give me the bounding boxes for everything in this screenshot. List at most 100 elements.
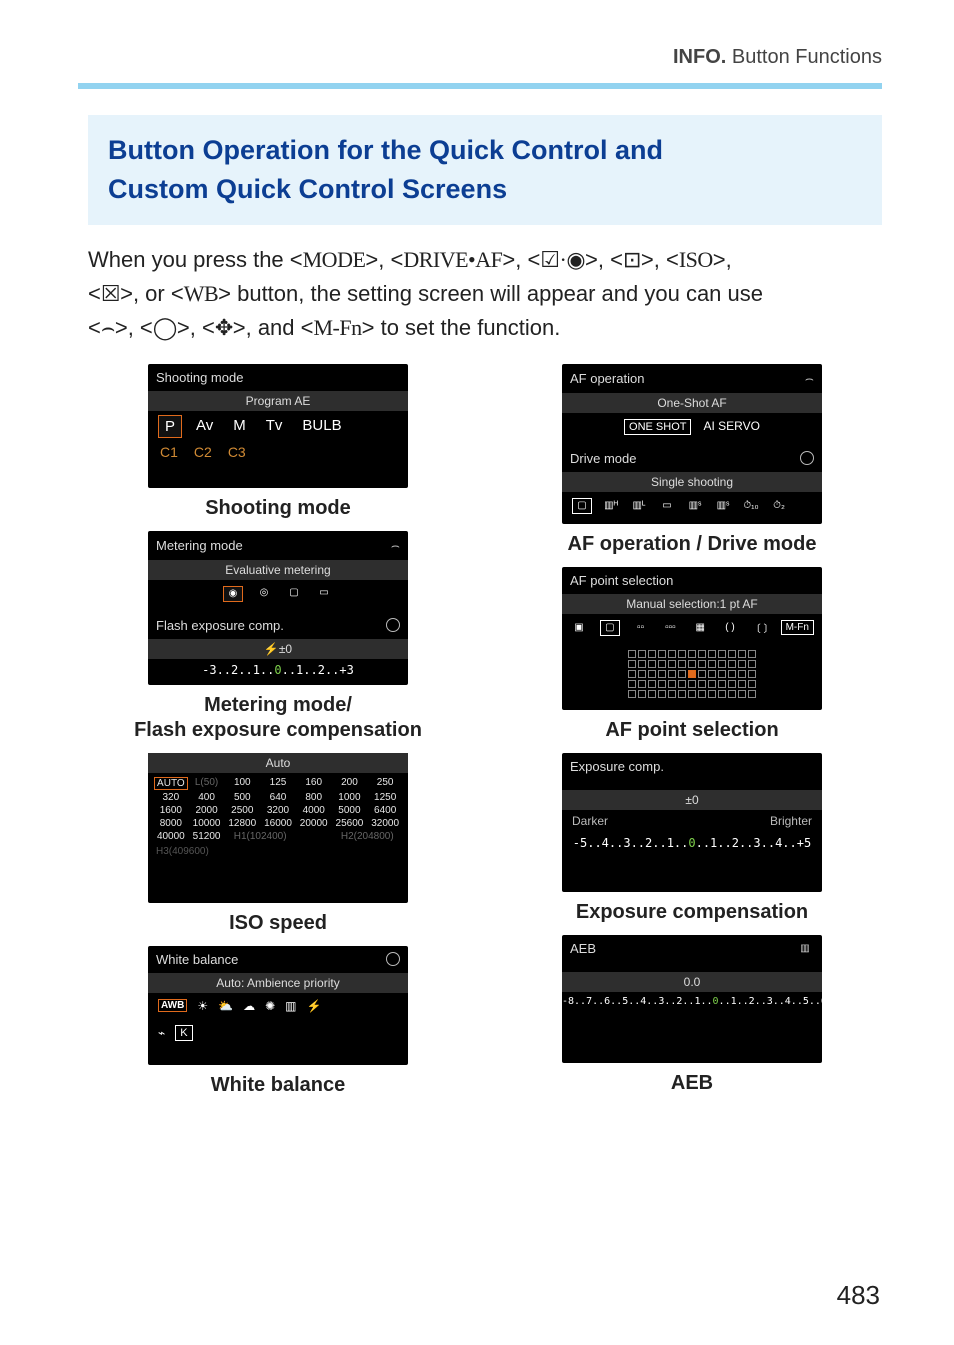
metering-title: Metering mode [156,538,243,553]
wb-flash-icon[interactable]: ⚡ [306,999,321,1013]
mode-c3[interactable]: C3 [228,444,246,460]
wb-shade-icon[interactable]: ⛅ [218,999,233,1013]
wb-custom-icon[interactable]: ⌁ [158,1026,165,1040]
quick-dial-icon [386,952,400,966]
af-area-icon: ⊡ [623,247,641,272]
expcomp-brighter: Brighter [770,814,812,828]
afarea-zone-icon[interactable]: ▦ [691,621,709,635]
shooting-caption: Shooting mode [205,496,351,521]
drive-af-button-label: DRIVE•AF [403,247,502,272]
intro-paragraph: When you press the <MODE>, <DRIVE•AF>, <… [88,243,882,345]
wb-title: White balance [156,952,238,967]
mode-c1[interactable]: C1 [160,444,178,460]
drive-silent-lo-icon[interactable]: ▥ˢ [714,499,732,513]
afarea-single-icon[interactable]: ▢ [600,620,620,636]
wb-fluor-icon[interactable]: ▥ [285,999,296,1013]
aeb-panel: AEB ▥ 0.0 -8..7..6..5..4..3..2..1..0..1..… [562,935,822,1063]
evaluative-icon[interactable]: ◉ [223,586,243,602]
drive-lo-icon[interactable]: ▥ᴸ [630,499,648,513]
main-dial-icon: ⌢ [805,370,814,387]
metering-sub: Evaluative metering [148,560,408,580]
wb-button-label: WB [184,281,218,306]
drive-sub: Single shooting [562,472,822,492]
metering-caption: Metering mode/Flash exposure compensatio… [134,693,422,743]
afpoint-sub: Manual selection:1 pt AF [562,594,822,614]
mode-button-label: MODE [303,247,366,272]
afpoint-title: AF point selection [570,573,673,588]
af-oneshot[interactable]: ONE SHOT [624,419,691,435]
aeb-scale: -8..7..6..5..4..3..2..1..0..1..2..3..4..… [562,992,822,1015]
afpoint-caption: AF point selection [605,718,778,743]
exp-comp-icon: ☒ [101,281,120,306]
wb-caption: White balance [211,1073,345,1098]
afarea-auto-icon[interactable]: ▣ [570,621,588,635]
mode-bulb[interactable]: BULB [296,415,347,438]
expcomp-darker: Darker [572,814,608,828]
wb-tungsten-icon[interactable]: ✺ [265,999,275,1013]
wb-cloudy-icon[interactable]: ☁ [243,999,255,1013]
mode-p[interactable]: P [158,415,182,438]
drive-hi-icon[interactable]: ▥ᴴ [602,499,620,513]
breadcrumb-rest: Button Functions [726,46,882,68]
wb-kelvin-icon[interactable]: K [175,1025,192,1041]
drive-silent-icon[interactable]: ▭ [658,499,676,513]
drive-silent-hi-icon[interactable]: ▥ˢ [686,499,704,513]
af-point-grid[interactable] [562,642,822,710]
page-number: 483 [837,1280,880,1311]
expcomp-scale: -5..4..3..2..1..0..1..2..3..4..+5 [562,832,822,858]
breadcrumb: INFO. Button Functions [88,46,882,69]
quick-dial-icon: ◯ [153,315,177,340]
shooting-mode-panel: Shooting mode Program AE P Av M Tv BULB … [148,364,408,488]
heading-line-2: Custom Quick Control Screens [108,170,862,209]
af-point-panel: AF point selection Manual selection:1 pt… [562,567,822,710]
multi-controller-icon: ✥ [215,315,233,340]
drive-timer2-icon[interactable]: ⏱₂ [770,499,788,513]
center-icon[interactable]: ▭ [315,586,333,600]
aeb-value: 0.0 [562,972,822,992]
afarea-expand-icon[interactable]: ▫▫ [632,621,650,635]
af-drive-caption: AF operation / Drive mode [568,532,817,557]
iso-h3: H3(409600) [148,846,408,863]
expcomp-panel: Exposure comp. ±0 DarkerBrighter -5..4..… [562,753,822,892]
iso-caption: ISO speed [229,911,327,936]
exp-meter-icon: ☑·◉ [540,247,585,272]
main-dial-icon: ⌢ [391,537,400,554]
mfn-button-label: M-Fn [314,315,362,340]
afarea-large2-icon[interactable]: 〔 〕 [751,621,769,635]
wb-daylight-icon[interactable]: ☀ [197,999,208,1013]
aeb-icon: ▥ [796,941,814,955]
iso-grid[interactable]: AUTOL(50)100125160200250 320400500640800… [148,773,408,846]
aeb-title: AEB [570,941,596,956]
iso-panel: Auto AUTOL(50)100125160200250 3204005006… [148,753,408,903]
drive-timer10-icon[interactable]: ⏱₁₀ [742,499,760,513]
mode-tv[interactable]: Tv [260,415,289,438]
fec-value: ⚡±0 [148,639,408,659]
expcomp-value: ±0 [562,790,822,810]
aeb-caption: AEB [671,1071,713,1096]
fec-title: Flash exposure comp. [156,618,284,633]
afarea-expand2-icon[interactable]: ▫▫▫ [661,621,679,635]
wb-awb[interactable]: AWB [158,999,187,1012]
iso-sub: Auto [148,753,408,773]
main-dial-icon: ⌢ [101,315,115,340]
partial-icon[interactable]: ◎ [255,586,273,600]
quick-dial-icon [386,618,400,632]
af-aiservo[interactable]: AI SERVO [703,419,759,435]
mode-c2[interactable]: C2 [194,444,212,460]
af-sub: One-Shot AF [562,393,822,413]
afarea-large-icon[interactable]: ( ) [721,621,739,635]
fec-scale: -3..2..1..0..1..2..+3 [148,659,408,685]
wb-sub: Auto: Ambience priority [148,973,408,993]
section-heading: Button Operation for the Quick Control a… [88,115,882,225]
spot-icon[interactable]: ▢ [285,586,303,600]
mode-m[interactable]: M [227,415,252,438]
heading-line-1: Button Operation for the Quick Control a… [108,131,862,170]
af-drive-panel: AF operation⌢ One-Shot AF ONE SHOT AI SE… [562,364,822,524]
afpoint-mfn[interactable]: M-Fn [781,620,814,635]
header-rule [78,83,882,89]
iso-button-label: ISO [679,247,713,272]
expcomp-caption: Exposure compensation [576,900,808,925]
breadcrumb-prefix: INFO. [673,46,726,68]
drive-single-icon[interactable]: ▢ [572,498,592,514]
mode-av[interactable]: Av [190,415,219,438]
